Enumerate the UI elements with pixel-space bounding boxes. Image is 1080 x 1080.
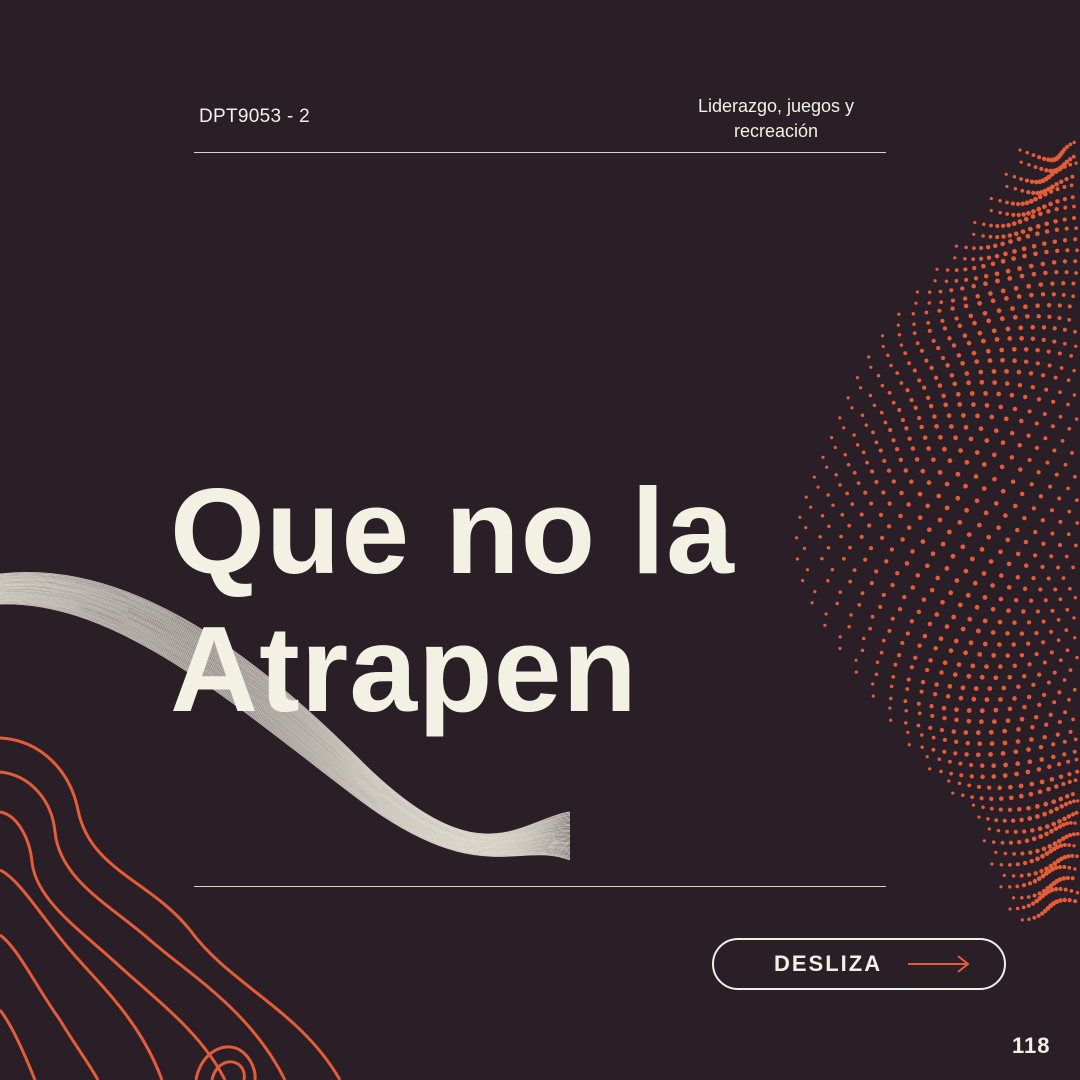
page-number: 118 bbox=[1012, 1033, 1051, 1058]
course-name: Liderazgo, juegos y recreación bbox=[697, 96, 855, 141]
course-code: DPT9053 - 2 bbox=[199, 106, 311, 127]
arrow-right-icon bbox=[908, 955, 970, 973]
page-title: Que no la Atrapen bbox=[170, 462, 735, 738]
swipe-button[interactable]: DESLIZA bbox=[712, 938, 1006, 990]
top-divider bbox=[194, 152, 886, 153]
swipe-button-label: DESLIZA bbox=[774, 951, 883, 976]
bottom-divider bbox=[194, 886, 886, 887]
title-line-1: Que no la bbox=[170, 463, 735, 599]
title-line-2: Atrapen bbox=[170, 601, 638, 737]
